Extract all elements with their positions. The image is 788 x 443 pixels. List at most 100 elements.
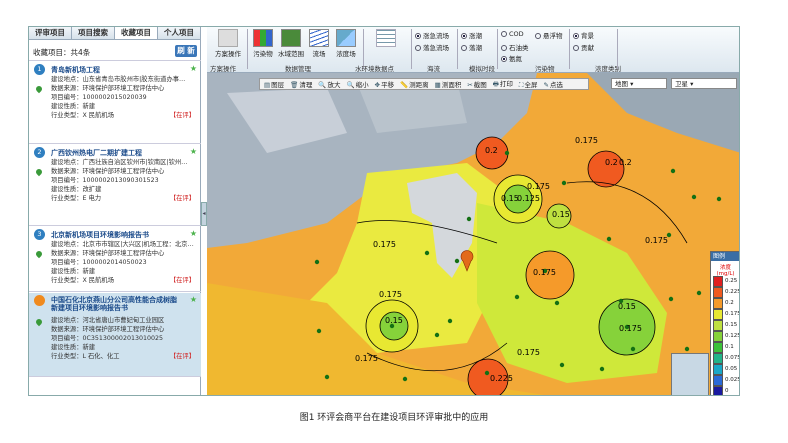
tool-3[interactable]: 🔍缩小 — [347, 79, 369, 89]
tab-review[interactable]: 评审项目 — [29, 27, 72, 39]
opt-background[interactable]: 背景 — [573, 30, 594, 40]
tool-0[interactable]: ▤图层 — [264, 79, 284, 89]
map-view[interactable]: 0.2 0.175 0.15 0.125 0.15 0.175 0.175 0.… — [207, 73, 740, 395]
opt-contribution[interactable]: 贡献 — [573, 42, 594, 52]
location-pin-icon: 2 — [34, 147, 45, 158]
contour-label: 0.15 — [552, 210, 570, 219]
favorites-count: 收藏项目：共4条 — [33, 48, 91, 57]
opt-suspended[interactable]: 悬浮物 — [535, 30, 563, 40]
concentration-field-button[interactable]: 浓度场 — [333, 29, 359, 58]
legend-row: 0.1 — [713, 342, 739, 353]
tool-icon: 🔍 — [318, 81, 327, 89]
favorite-item[interactable]: 中国石化北京燕山分公司高性能合成树脂新建项目环境影响报告书 ★ 建设地点：河北省唐山… — [29, 293, 201, 377]
scheme-button[interactable]: 方案操作 — [211, 29, 245, 58]
concentration-field-label: 浓度场 — [336, 50, 356, 58]
legend-swatch — [713, 364, 723, 375]
legend-value: 0.075 — [725, 355, 740, 361]
opt-oil[interactable]: 石油类 — [501, 42, 529, 52]
legend-swatch — [713, 342, 723, 353]
contour-label: 0.175 — [645, 236, 668, 245]
legend-value: 0.125 — [725, 333, 740, 339]
status-link[interactable]: 【在评】 — [170, 110, 195, 119]
star-icon[interactable]: ★ — [190, 64, 197, 73]
legend-value: 0.1 — [725, 344, 734, 350]
location-pin-icon — [34, 295, 45, 306]
group-data-management: 数据管理 — [285, 65, 311, 73]
wrench-icon — [218, 29, 238, 47]
concentration-field-icon — [336, 29, 356, 47]
contour-label: 0.15 — [618, 302, 636, 311]
contour-label: 0.175 — [379, 290, 402, 299]
legend-swatch — [713, 276, 723, 287]
opt-ammonia[interactable]: 氨氮 — [501, 53, 522, 63]
contour-label: 0.15 — [385, 316, 403, 325]
legend-swatch — [713, 353, 723, 364]
status-link[interactable]: 【在评】 — [170, 193, 195, 202]
tool-icon: 🗑 — [290, 81, 299, 89]
group-current: 海流 — [427, 65, 440, 73]
legend-value: 0.175 — [725, 311, 740, 317]
favorite-item[interactable]: 3 北京新机场项目环境影响报告书 ★ 建设地点：北京市市辖区|大兴区|机场工程：北京…… — [29, 227, 201, 292]
opt-cod[interactable]: COD — [501, 30, 524, 38]
legend-row: 0.125 — [713, 331, 740, 342]
legend-row: 0.175 — [713, 309, 740, 320]
item-title[interactable]: 中国石化北京燕山分公司高性能合成树脂新建项目环境影响报告书 — [51, 296, 181, 312]
legend-header: 图例 — [711, 252, 739, 261]
water-area-button[interactable]: 水域范围 — [277, 29, 305, 58]
map-marker-icon — [34, 167, 44, 177]
favorite-item[interactable]: 1 青岛新机场工程 ★ 建设地点：山东省青岛市胶州市|胶东街道办事… 数据来源：环境保护… — [29, 62, 201, 144]
map-type-select[interactable]: 地图 ▾ — [611, 78, 667, 89]
water-area-icon — [281, 29, 301, 47]
group-pollutant: 污染物 — [535, 65, 555, 73]
opt-ebb-tide[interactable]: 落潮 — [461, 42, 482, 52]
favorite-item[interactable]: 2 广西钦州热电厂二期扩建工程 ★ 建设地点：广西壮族自治区钦州市|钦南区|钦州… 数据… — [29, 145, 201, 226]
legend-value: 0.025 — [725, 377, 740, 383]
item-detail-line: 行业类型：E 电力 — [51, 195, 102, 202]
water-area-label: 水域范围 — [278, 50, 304, 58]
tool-icon: ✥ — [374, 81, 381, 89]
opt-flood-current[interactable]: 涨急流场 — [415, 30, 449, 40]
pollutant-button[interactable]: 污染物 — [251, 29, 275, 58]
tab-personal[interactable]: 个人项目 — [158, 27, 201, 39]
tab-favorites[interactable]: 收藏项目 — [115, 27, 158, 39]
opt-flood-tide[interactable]: 涨潮 — [461, 30, 482, 40]
tool-1[interactable]: 🗑清理 — [290, 79, 312, 89]
item-detail-line: 建设地点：河北省唐山市曹妃甸工业园区 — [51, 317, 165, 324]
tool-2[interactable]: 🔍放大 — [318, 79, 340, 89]
tool-5[interactable]: 📏测距离 — [400, 79, 429, 89]
tool-icon: 🔍 — [346, 81, 355, 89]
tool-10[interactable]: ✎点选 — [543, 79, 562, 89]
opt-ebb-current[interactable]: 落急流场 — [415, 42, 449, 52]
tool-9[interactable]: ⛶全屏 — [519, 79, 538, 90]
contour-label: 0.125 — [517, 194, 540, 203]
star-icon[interactable]: ★ — [190, 147, 197, 156]
legend-row: 0.025 — [713, 375, 740, 386]
legend-row: 0.25 — [713, 276, 739, 287]
status-link[interactable]: 【在评】 — [170, 351, 195, 360]
star-icon[interactable]: ★ — [190, 229, 197, 238]
tool-icon: ⛶ — [518, 80, 524, 89]
legend-value: 0.15 — [725, 322, 738, 328]
water-data-button[interactable] — [373, 29, 399, 48]
left-panel: 评审项目 项目搜索 收藏项目 个人项目 收藏项目：共4条 刷 新 1 青岛新机场工… — [29, 27, 201, 395]
tab-search[interactable]: 项目搜索 — [72, 27, 115, 39]
pollutant-icon — [253, 29, 273, 47]
group-scheme: 方案操作 — [210, 65, 236, 73]
status-link[interactable]: 【在评】 — [170, 275, 195, 284]
overview-map[interactable] — [671, 353, 709, 395]
legend-row: 0.075 — [713, 353, 740, 364]
tool-7[interactable]: ✂截图 — [467, 79, 486, 89]
tool-icon: ✎ — [543, 81, 549, 89]
tab-bar: 评审项目 项目搜索 收藏项目 个人项目 — [29, 27, 201, 40]
flow-field-button[interactable]: 流场 — [307, 29, 331, 58]
item-detail-line: 行业类型：Ⅹ 民航机场 — [51, 112, 114, 119]
tool-6[interactable]: ▦测面积 — [435, 79, 462, 89]
layer-select[interactable]: 卫星 ▾ — [671, 78, 737, 89]
tool-4[interactable]: ✥平移 — [375, 79, 394, 89]
map-toolbar: ▤图层 🗑清理 🔍放大 🔍缩小 ✥平移 📏测距离 ▦测面积 ✂截图 🖶打印 ⛶全屏 ✎点选 — [259, 78, 589, 90]
legend-swatch — [713, 298, 723, 309]
refresh-button[interactable]: 刷 新 — [175, 45, 197, 57]
tool-8[interactable]: 🖶打印 — [493, 78, 513, 91]
item-detail-line: 项目编号：100000201405​0023 — [51, 259, 147, 266]
star-icon[interactable]: ★ — [190, 295, 197, 304]
